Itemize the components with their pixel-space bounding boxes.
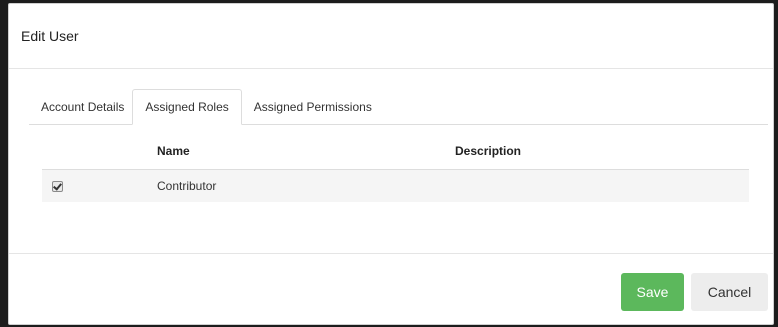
role-description-cell	[455, 170, 749, 203]
column-header-name: Name	[157, 133, 455, 170]
role-name-cell: Contributor	[157, 179, 217, 193]
dialog-header: Edit User	[9, 4, 773, 69]
dialog-footer: Save Cancel	[9, 254, 773, 324]
tab-bar: Account Details Assigned Roles Assigned …	[29, 89, 768, 125]
dialog-body: Account Details Assigned Roles Assigned …	[9, 69, 773, 254]
table-row: Contributor	[42, 169, 749, 203]
edit-user-dialog: Edit User Account Details Assigned Roles…	[8, 3, 774, 325]
cancel-button[interactable]: Cancel	[691, 273, 768, 311]
role-checkbox[interactable]	[52, 181, 63, 193]
row-select-cell	[42, 170, 157, 203]
column-header-description: Description	[455, 133, 749, 170]
tab-assigned-permissions[interactable]: Assigned Permissions	[242, 90, 384, 124]
dialog-title: Edit User	[21, 28, 79, 44]
table-header-row: Name Description	[42, 133, 749, 170]
save-button[interactable]: Save	[621, 273, 684, 311]
column-header-select	[42, 133, 157, 170]
roles-table: Name Description Contributor	[42, 133, 749, 202]
tab-account-details[interactable]: Account Details	[29, 90, 132, 124]
tab-assigned-roles[interactable]: Assigned Roles	[132, 89, 242, 125]
